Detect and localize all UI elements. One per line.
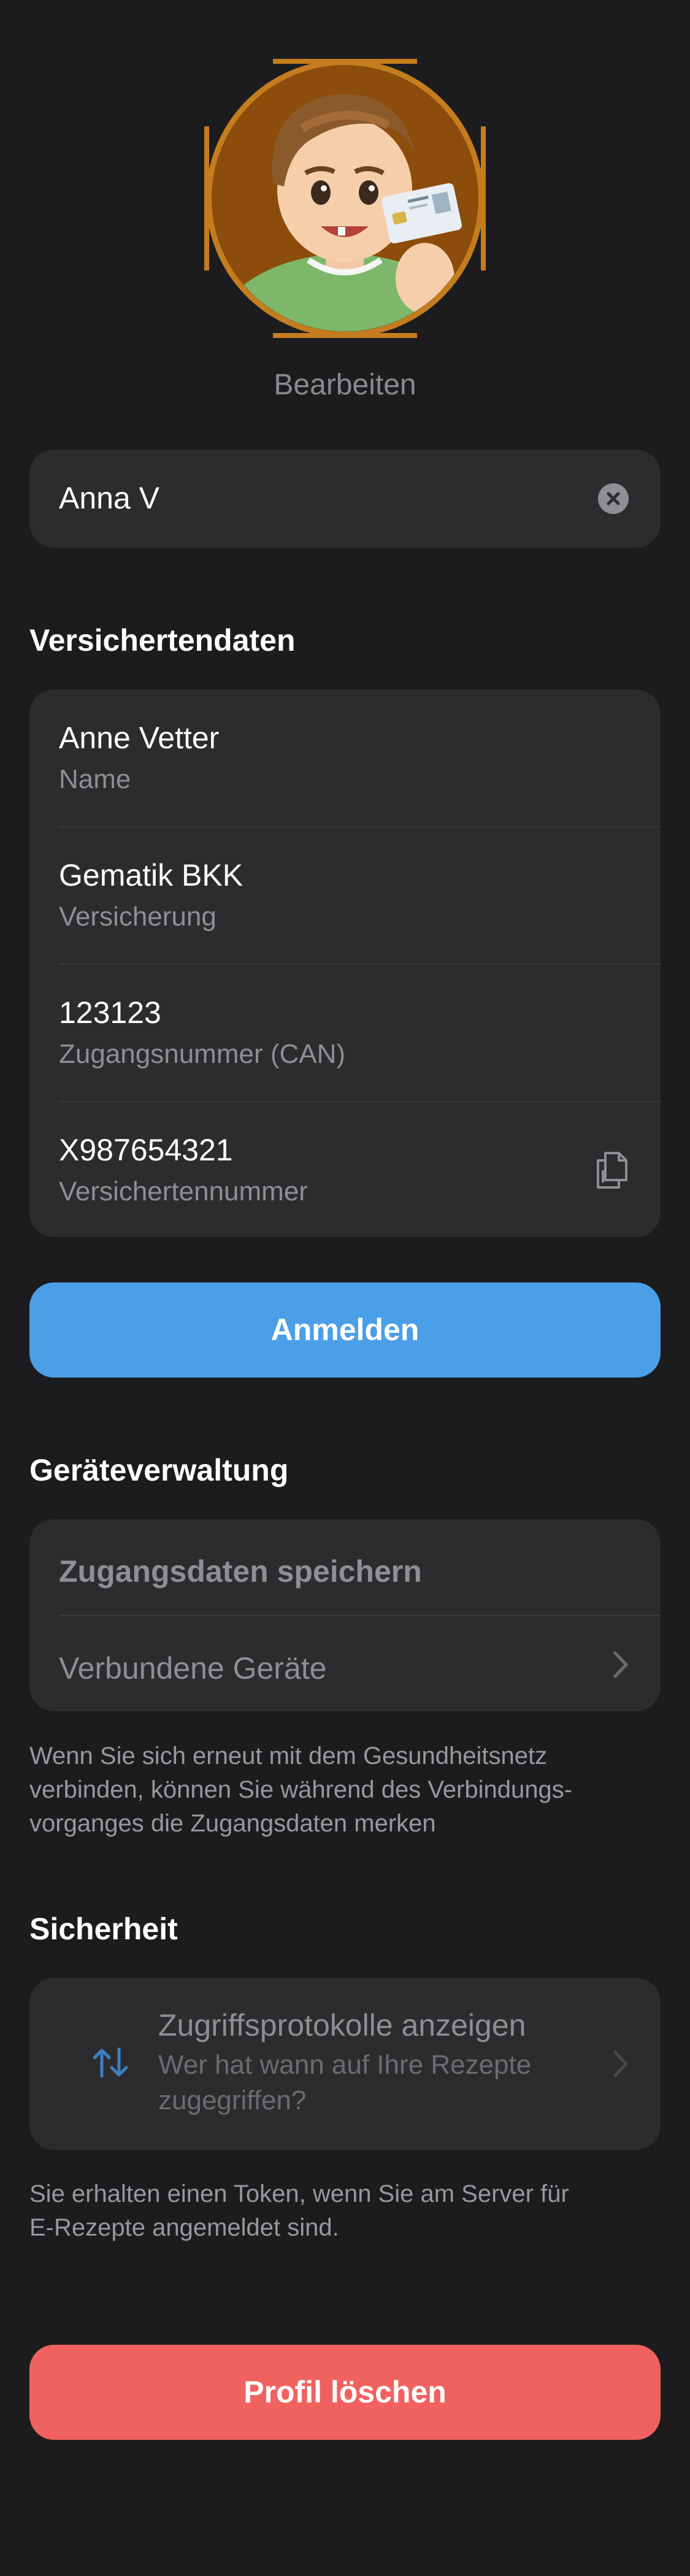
- arrows-up-down-icon: [91, 2045, 130, 2083]
- security-note: Sie erhalten einen Token, wenn Sie am Se…: [29, 2177, 643, 2245]
- insurance-row-name: Anne Vetter Name: [29, 689, 661, 827]
- security-section-title: Sicherheit: [29, 1912, 178, 1946]
- devices-section-title: Geräteverwaltung: [29, 1453, 289, 1487]
- insured-name-label: Name: [59, 764, 131, 794]
- insurance-company-value: Gematik BKK: [59, 858, 243, 892]
- avatar[interactable]: [204, 58, 486, 339]
- security-note-line: E-Rezepte angemeldet sind.: [29, 2214, 339, 2241]
- divider: [59, 1615, 661, 1616]
- insurance-row-company: Gematik BKK Versicherung: [29, 827, 661, 964]
- profile-name-input[interactable]: Anna V: [59, 480, 159, 516]
- devices-note-line: vorganges die Zugangsdaten merken: [29, 1810, 436, 1837]
- insurance-data-card: Anne Vetter Name Gematik BKK Versicherun…: [29, 689, 661, 1237]
- connected-devices-item[interactable]: Verbundene Geräte: [59, 1650, 326, 1686]
- can-label: Zugangsnummer (CAN): [59, 1039, 346, 1069]
- insurance-number-value: X987654321: [59, 1133, 233, 1167]
- save-credentials-toggle[interactable]: Zugangsdaten speichern: [59, 1554, 422, 1589]
- security-note-line: Sie erhalten einen Token, wenn Sie am Se…: [29, 2180, 569, 2207]
- profile-name-field[interactable]: Anna V: [29, 450, 661, 548]
- chevron-right-icon: [611, 1648, 630, 1684]
- insurance-row-can: 123123 Zugangsnummer (CAN): [29, 964, 661, 1102]
- delete-profile-button[interactable]: Profil löschen: [29, 2345, 661, 2440]
- devices-note-line: Wenn Sie sich erneut mit dem Gesundheits…: [29, 1742, 548, 1769]
- device-management-card: Zugangsdaten speichern Verbundene Geräte: [29, 1519, 661, 1711]
- devices-note: Wenn Sie sich erneut mit dem Gesundheits…: [29, 1739, 643, 1841]
- devices-note-line: verbinden, können Sie während des Verbin…: [29, 1776, 573, 1803]
- access-log-subtitle: Wer hat wann auf Ihre Rezepte zugegriffe…: [158, 2050, 532, 2115]
- clear-circle-icon[interactable]: [598, 483, 629, 514]
- access-log-title: Zugriffsprotokolle anzeigen: [158, 2008, 526, 2042]
- insured-name-value: Anne Vetter: [59, 721, 220, 755]
- insurance-row-number: X987654321 Versichertennummer: [29, 1102, 661, 1237]
- edit-avatar-link[interactable]: Bearbeiten: [0, 368, 690, 402]
- can-value: 123123: [59, 995, 161, 1030]
- login-button[interactable]: Anmelden: [29, 1282, 661, 1378]
- insurance-number-label: Versichertennummer: [59, 1176, 308, 1206]
- insurance-section-title: Versichertendaten: [29, 623, 296, 657]
- insurance-company-label: Versicherung: [59, 902, 217, 932]
- avatar-image: [204, 59, 486, 338]
- copy-icon[interactable]: [594, 1149, 630, 1194]
- chevron-right-icon: [611, 2047, 630, 2083]
- access-log-item[interactable]: Zugriffsprotokolle anzeigen Wer hat wann…: [29, 1978, 661, 2150]
